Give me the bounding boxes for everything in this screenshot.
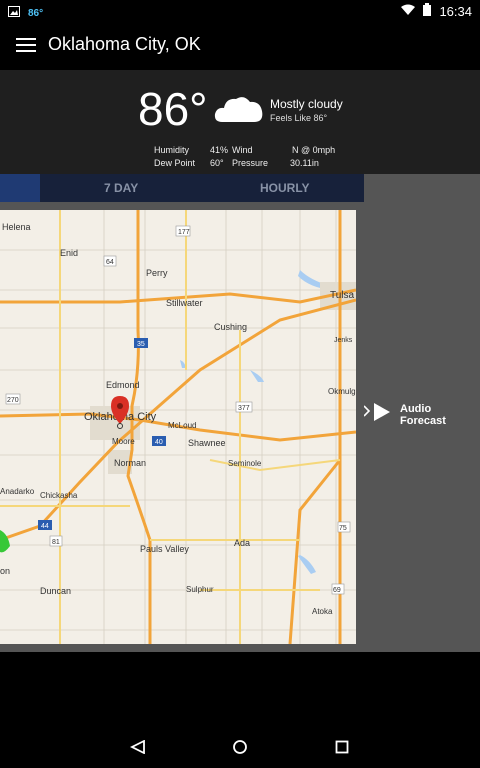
location-title: Oklahoma City, OK: [48, 34, 201, 54]
shield-177: 177: [178, 229, 190, 236]
back-icon[interactable]: [129, 739, 146, 759]
humidity-value: 41%: [210, 145, 229, 155]
map-label-helena: Helena: [2, 222, 31, 232]
map-label-shawnee: Shawnee: [188, 438, 226, 448]
current-temperature: 86°: [138, 83, 208, 135]
current-conditions: 86° Mostly cloudy Feels Like 86° Humidit…: [0, 70, 480, 174]
map-label-perry: Perry: [146, 268, 168, 278]
wind-value: N @ 0mph: [292, 145, 336, 155]
dew-point-value: 60°: [210, 158, 224, 168]
map-graphic: 177 64 35 270 377 40 44 81 69 75 Helena …: [0, 210, 356, 644]
audio-forecast-label: Audio Forecast: [400, 402, 446, 427]
map-label-mcloud: McLoud: [168, 421, 196, 430]
map-label-jenks: Jenks: [334, 337, 353, 344]
map-label-atoka: Atoka: [312, 607, 333, 616]
map-label-lawton-partial: on: [0, 566, 10, 576]
shield-377: 377: [238, 405, 250, 412]
map-label-ada: Ada: [234, 538, 250, 548]
map-label-moore: Moore: [112, 437, 135, 446]
dew-point-label: Dew Point: [154, 158, 196, 168]
shield-270: 270: [7, 397, 19, 404]
home-icon[interactable]: [232, 740, 248, 759]
image-notification-icon: [8, 4, 20, 22]
app-bar: Oklahoma City, OK: [0, 22, 480, 70]
map-label-seminole: Seminole: [228, 459, 262, 468]
shield-69: 69: [333, 587, 341, 594]
audio-forecast-button[interactable]: Audio Forecast: [363, 402, 480, 427]
tab-hourly[interactable]: HOURLY: [260, 181, 310, 195]
pressure-label: Pressure: [232, 158, 269, 168]
wifi-icon: [401, 4, 416, 19]
battery-icon: [423, 3, 432, 19]
condition-text: Mostly cloudy: [270, 97, 343, 111]
feels-like-text: Feels Like 86°: [270, 113, 328, 123]
map-label-cushing: Cushing: [214, 322, 247, 332]
shield-40: 40: [155, 439, 163, 446]
map-label-okmulgee: Okmulg: [328, 387, 356, 396]
shield-81: 81: [52, 539, 60, 546]
recents-icon[interactable]: [335, 740, 349, 759]
hamburger-menu-icon[interactable]: [16, 38, 36, 54]
tab-indicator: [0, 174, 40, 202]
map-label-anadarko: Anadarko: [0, 487, 35, 496]
shield-44: 44: [41, 523, 49, 530]
status-bar: 86° 16:34: [0, 0, 480, 22]
pressure-value: 30.11in: [290, 158, 319, 168]
map-label-tulsa: Tulsa: [330, 290, 355, 301]
mostly-cloudy-icon: [214, 92, 264, 129]
map-label-norman: Norman: [114, 458, 146, 468]
clock: 16:34: [439, 3, 472, 19]
humidity-label: Humidity: [154, 145, 190, 155]
wind-label: Wind: [232, 145, 253, 155]
shield-35: 35: [137, 341, 145, 348]
shield-64: 64: [106, 259, 114, 266]
shield-75: 75: [339, 525, 347, 532]
play-icon: [363, 402, 392, 427]
map-label-duncan: Duncan: [40, 586, 71, 596]
map-label-enid: Enid: [60, 248, 78, 258]
map-label-stillwater: Stillwater: [166, 298, 203, 308]
forecast-tabs: 7 DAY HOURLY: [0, 174, 364, 202]
map-label-edmond: Edmond: [106, 380, 140, 390]
temperature-notification: 86°: [28, 7, 44, 19]
map-label-chickasha: Chickasha: [40, 491, 78, 500]
map-label-pauls-valley: Pauls Valley: [140, 544, 189, 554]
weather-map[interactable]: 177 64 35 270 377 40 44 81 69 75 Helena …: [0, 210, 356, 644]
tab-7-day[interactable]: 7 DAY: [104, 181, 138, 195]
map-label-sulphur: Sulphur: [186, 585, 214, 594]
